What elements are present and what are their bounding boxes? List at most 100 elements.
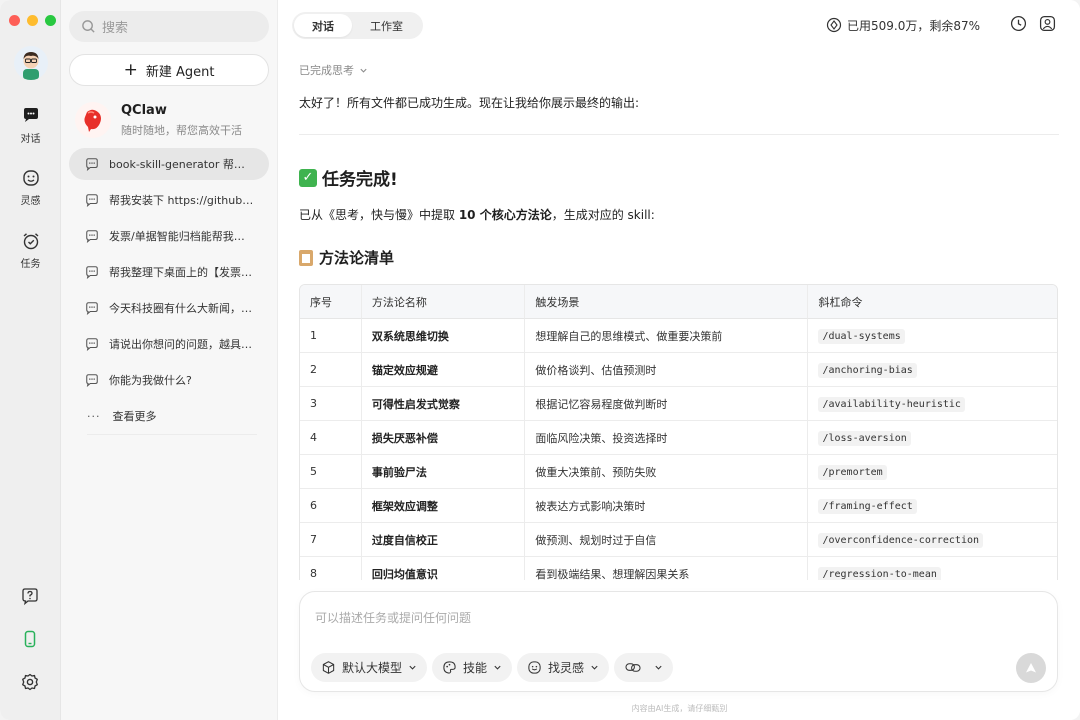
slash-command: /regression-to-mean (818, 567, 941, 580)
cell-trigger: 根据记忆容易程度做判断时 (524, 387, 808, 421)
conversation-title: 发票/单据智能归档能帮我… (109, 230, 245, 243)
chevron-down-icon (494, 665, 501, 670)
conversation-item[interactable]: 你能为我做什么? (69, 364, 269, 396)
task-complete-title: 任务完成! (322, 170, 398, 190)
tab-studio[interactable]: 工作室 (352, 14, 421, 37)
history-button[interactable] (1010, 15, 1027, 35)
table-row: 4 损失厌恶补偿 面临风险决策、投资选择时 /loss-aversion (300, 421, 1057, 455)
inspiration-selector[interactable]: 找灵感 (517, 653, 610, 682)
model-selector-label: 默认大模型 (342, 661, 403, 675)
method-list-heading: 方法论清单 (299, 247, 1059, 268)
conversation-sidebar: 搜索 + 新建 Agent QClaw 随时随地，帮您高效干活 book-ski… (61, 0, 278, 720)
search-icon (82, 20, 95, 33)
user-icon (1039, 15, 1056, 32)
cell-index: 2 (300, 353, 361, 387)
cell-command: /dual-systems (807, 319, 1057, 353)
skills-selector-label: 技能 (463, 661, 488, 675)
rail-item-tasks-label: 任务 (20, 259, 41, 270)
usage-indicator[interactable]: 已用509.0万，剩余87% (826, 17, 980, 34)
cell-name: 损失厌恶补偿 (360, 421, 525, 455)
conversation-item[interactable]: 帮我安装下 https://github.… (69, 184, 269, 216)
rail-item-inspiration-label: 灵感 (20, 196, 41, 207)
main-panel: 对话 工作室 已用509.0万，剩余87% 已完成思考 太好了！所有文件都已成功… (279, 0, 1080, 720)
col-header-name: 方法论名称 (360, 285, 525, 319)
rail-item-chat[interactable]: 对话 (0, 106, 61, 145)
mobile-button[interactable] (20, 629, 40, 653)
conversation-title: 请说出你想问的问题，越具… (109, 338, 252, 351)
cell-index: 6 (300, 489, 361, 523)
window-controls (9, 15, 56, 26)
col-header-index: 序号 (300, 285, 361, 319)
conversation-list: book-skill-generator 帮我… 帮我安装下 https://g… (69, 148, 269, 435)
cell-name: 锚定效应规避 (360, 353, 525, 387)
nav-rail: 对话 灵感 任务 (0, 0, 61, 720)
table-row: 6 框架效应调整 被表达方式影响决策时 /framing-effect (300, 489, 1057, 523)
composer-toolbar: 默认大模型 技能 找灵感 (311, 653, 674, 682)
agent-card[interactable]: QClaw 随时随地，帮您高效干活 (75, 98, 270, 142)
skills-selector[interactable]: 技能 (432, 653, 513, 682)
tab-chat[interactable]: 对话 (294, 14, 352, 37)
settings-button[interactable] (20, 672, 40, 696)
cell-command: /anchoring-bias (807, 353, 1057, 387)
table-header-row: 序号 方法论名称 触发场景 斜杠命令 (300, 285, 1057, 319)
chat-bubble-icon (86, 266, 98, 279)
composer: 可以描述任务或提问任何问题 默认大模型 技能 找灵感 (299, 591, 1058, 692)
rail-item-chat-label: 对话 (20, 134, 41, 145)
method-list-title: 方法论清单 (319, 249, 395, 267)
conversation-item[interactable]: 今天科技圈有什么大新闻，… (69, 292, 269, 324)
task-complete-heading: ✓ 任务完成! (299, 165, 1059, 190)
link-icon (625, 663, 641, 672)
more-icon: ··· (87, 409, 101, 423)
summary-pre: 已从《思考，快与慢》中提取 (299, 208, 459, 222)
cell-trigger: 看到极端结果、想理解因果关系 (524, 557, 807, 580)
table-row: 2 锚定效应规避 做价格谈判、估值预测时 /anchoring-bias (300, 353, 1057, 387)
cell-index: 3 (300, 387, 361, 421)
help-button[interactable] (20, 586, 40, 610)
rail-item-tasks[interactable]: 任务 (0, 231, 61, 270)
thinking-label: 已完成思考 (299, 64, 354, 77)
conversation-item[interactable]: 帮我整理下桌面上的【发票… (69, 256, 269, 288)
table-row: 1 双系统思维切换 想理解自己的思维模式、做重要决策前 /dual-system… (300, 319, 1057, 353)
cell-index: 4 (300, 421, 361, 455)
divider (87, 434, 257, 435)
summary-paragraph: 已从《思考，快与慢》中提取 10 个核心方法论，生成对应的 skill: (299, 206, 1059, 223)
cell-command: /availability-heuristic (807, 387, 1057, 421)
send-button[interactable] (1016, 653, 1046, 683)
inspiration-selector-label: 找灵感 (548, 661, 585, 675)
connector-selector[interactable] (614, 653, 674, 682)
help-icon (22, 588, 38, 606)
rail-item-inspiration[interactable]: 灵感 (0, 168, 61, 207)
settings-icon (22, 673, 38, 691)
message-input[interactable]: 可以描述任务或提问任何问题 (315, 609, 471, 626)
slash-command: /premortem (818, 465, 887, 480)
profile-button[interactable] (1039, 15, 1056, 35)
maximize-window-button[interactable] (45, 15, 56, 26)
cell-command: /premortem (807, 455, 1057, 489)
thinking-toggle[interactable]: 已完成思考 (299, 62, 1059, 78)
divider (299, 134, 1059, 135)
view-more-button[interactable]: ··· 查看更多 (69, 400, 269, 432)
conversation-item[interactable]: 发票/单据智能归档能帮我… (69, 220, 269, 252)
model-selector[interactable]: 默认大模型 (311, 653, 428, 682)
search-placeholder: 搜索 (102, 21, 129, 36)
col-header-trigger: 触发场景 (524, 285, 808, 319)
close-window-button[interactable] (9, 15, 20, 26)
table-row: 3 可得性启发式觉察 根据记忆容易程度做判断时 /availability-he… (300, 387, 1057, 421)
cell-name: 双系统思维切换 (360, 319, 525, 353)
slash-command: /framing-effect (818, 499, 917, 514)
conversation-item[interactable]: 请说出你想问的问题，越具… (69, 328, 269, 360)
conversation-item[interactable]: book-skill-generator 帮我… (69, 148, 269, 180)
assistant-intro: 太好了！所有文件都已成功生成。现在让我给你展示最终的输出: (299, 96, 640, 110)
user-avatar[interactable] (14, 46, 48, 80)
cell-index: 1 (300, 319, 361, 353)
methodology-table: 序号 方法论名称 触发场景 斜杠命令 1 双系统思维切换 想理解自己的思维模式、… (299, 284, 1058, 580)
cell-trigger: 面临风险决策、投资选择时 (524, 421, 808, 455)
chevron-down-icon (591, 665, 598, 670)
new-agent-button[interactable]: + 新建 Agent (69, 54, 269, 86)
agent-tagline: 随时随地，帮您高效干活 (121, 123, 242, 137)
chat-bubble-icon (86, 158, 98, 171)
cell-trigger: 做重大决策前、预防失败 (524, 455, 808, 489)
search-input[interactable]: 搜索 (69, 11, 269, 42)
chat-bubble-icon (86, 194, 98, 207)
minimize-window-button[interactable] (27, 15, 38, 26)
